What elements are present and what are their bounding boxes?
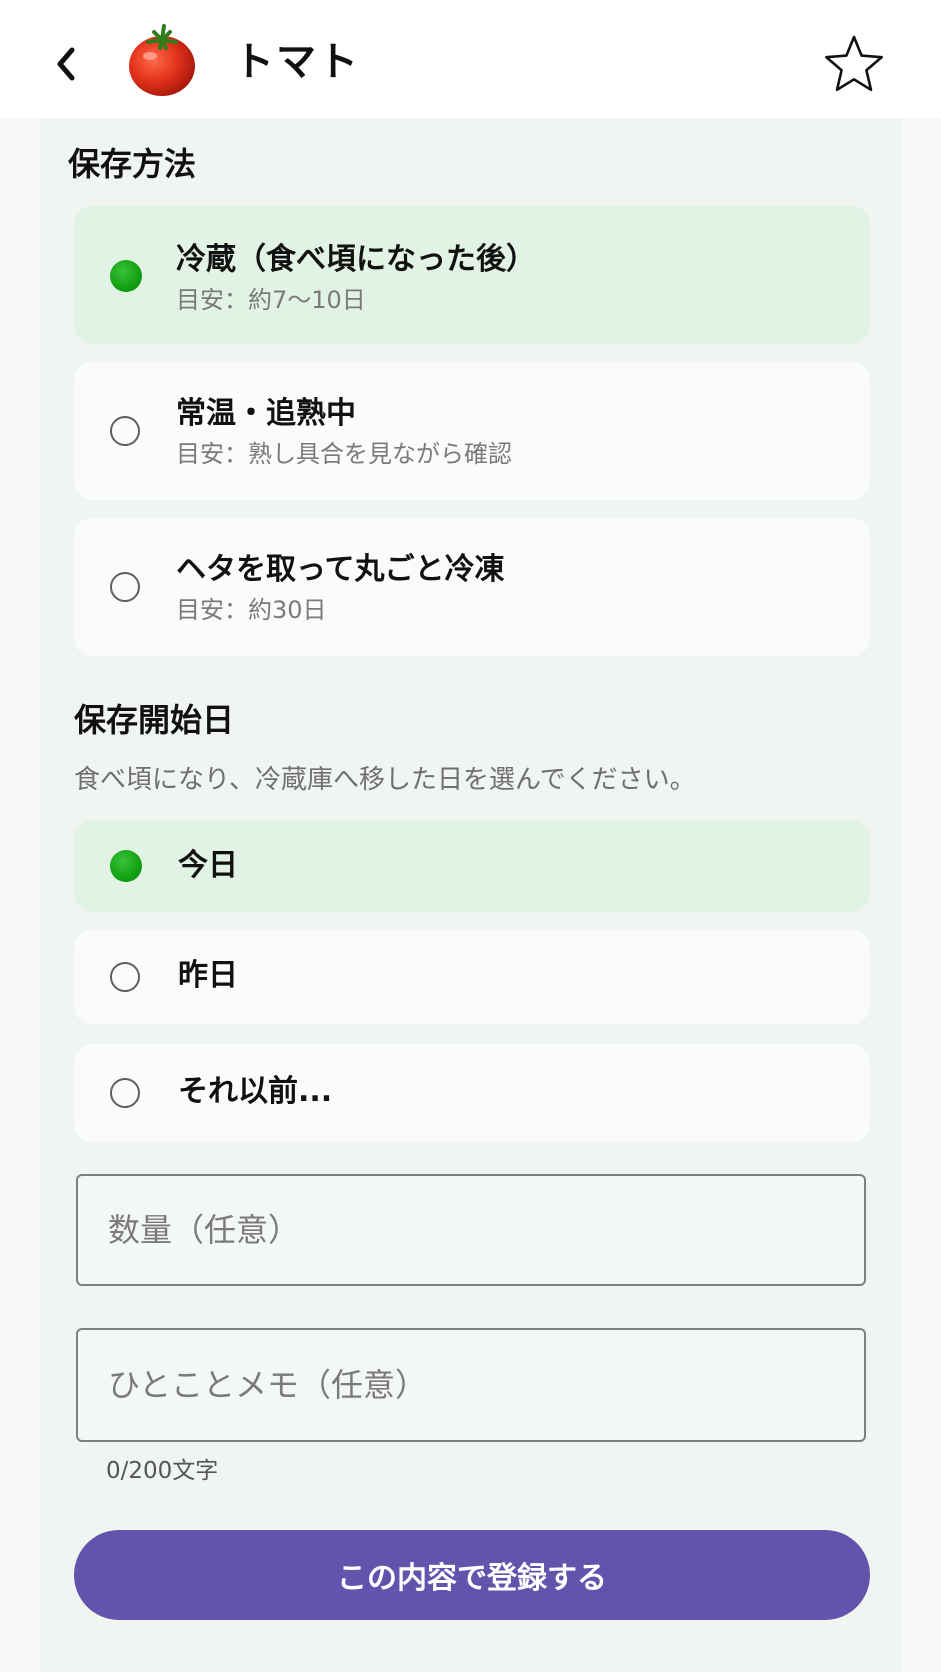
- radio-unselected-icon: [110, 962, 140, 992]
- star-outline-icon: [825, 35, 883, 92]
- storage-section-title: 保存方法: [68, 145, 197, 183]
- storage-option-freeze[interactable]: ヘタを取って丸ごと冷凍 目安：約30日: [74, 518, 870, 656]
- back-button[interactable]: [46, 38, 86, 90]
- radio-unselected-icon: [110, 416, 140, 446]
- storage-option-room-temp[interactable]: 常温・追熟中 目安：熟し具合を見ながら確認: [74, 362, 870, 500]
- chevron-left-icon: [57, 47, 75, 81]
- storage-option-note: 目安：約30日: [176, 596, 327, 624]
- date-option-label: それ以前...: [178, 1074, 333, 1109]
- app-screen: トマト 保存方法 冷蔵（食べ頃になった後） 目安：約7〜10日 常温・追熟中 目…: [0, 0, 941, 1672]
- storage-option-note: 目安：熟し具合を見ながら確認: [176, 440, 512, 468]
- app-header: トマト: [0, 0, 941, 118]
- tomato-icon: [129, 24, 195, 96]
- page-title: トマト: [234, 39, 360, 85]
- storage-option-fridge[interactable]: 冷蔵（食べ頃になった後） 目安：約7〜10日: [74, 206, 870, 344]
- memo-char-counter: 0/200文字: [106, 1458, 219, 1484]
- memo-input[interactable]: [76, 1328, 866, 1442]
- radio-unselected-icon: [110, 1078, 140, 1108]
- storage-option-note: 目安：約7〜10日: [176, 286, 366, 314]
- storage-option-label: ヘタを取って丸ごと冷凍: [176, 552, 505, 587]
- date-option-yesterday[interactable]: 昨日: [74, 930, 870, 1024]
- radio-selected-icon: [110, 260, 142, 292]
- date-option-label: 今日: [178, 848, 238, 883]
- quantity-input[interactable]: [76, 1174, 866, 1286]
- favorite-button[interactable]: [822, 32, 886, 96]
- start-date-hint: 食べ頃になり、冷蔵庫へ移した日を選んでください。: [74, 765, 696, 795]
- date-option-today[interactable]: 今日: [74, 820, 870, 912]
- storage-option-label: 常温・追熟中: [176, 396, 356, 431]
- radio-selected-icon: [110, 850, 142, 882]
- date-option-label: 昨日: [178, 958, 238, 993]
- date-option-earlier[interactable]: それ以前...: [74, 1044, 870, 1142]
- storage-option-label: 冷蔵（食べ頃になった後）: [176, 242, 536, 277]
- radio-unselected-icon: [110, 572, 140, 602]
- submit-button[interactable]: この内容で登録する: [74, 1530, 870, 1620]
- start-date-section-title: 保存開始日: [74, 701, 235, 739]
